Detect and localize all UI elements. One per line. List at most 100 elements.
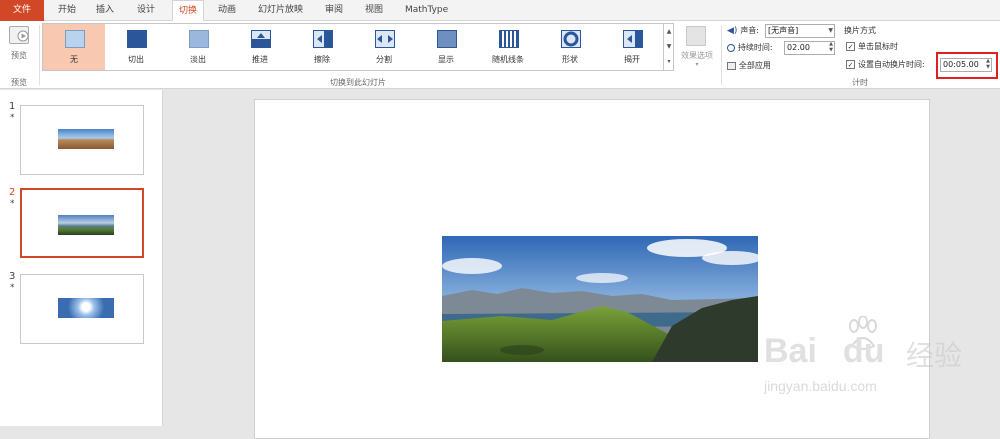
watermark-cn: 经验 xyxy=(906,339,963,372)
transition-label: 擦除 xyxy=(314,55,330,64)
chevron-down-icon: ▼ xyxy=(828,27,833,34)
slide-thumbnail-3[interactable] xyxy=(20,274,144,344)
transition-reveal-icon xyxy=(437,30,457,48)
after-time-input[interactable]: 00:05.00 ▲ ▼ xyxy=(940,58,992,72)
after-checkbox[interactable]: ✓ 设置自动换片时间: xyxy=(846,59,925,70)
transition-wipe-icon xyxy=(313,30,333,48)
tab-review[interactable]: 审阅 xyxy=(325,0,343,21)
transition-none[interactable]: 无 xyxy=(43,24,105,70)
effect-options-icon xyxy=(686,26,706,46)
transition-label: 淡出 xyxy=(190,55,206,64)
tab-home[interactable]: 开始 xyxy=(58,0,76,21)
ribbon-tab-bar: 文件 开始 插入 设计 切换 动画 幻灯片放映 审阅 视图 MathType xyxy=(0,0,1000,22)
transition-wipe[interactable]: 擦除 xyxy=(291,24,353,70)
slide-number: 2 xyxy=(9,187,16,198)
transition-star-icon: * xyxy=(10,283,15,293)
transition-label: 形状 xyxy=(562,55,578,64)
checkbox-checked-icon: ✓ xyxy=(846,42,855,51)
duration-input[interactable]: 02.00 ▲ ▼ xyxy=(784,41,835,55)
transition-split[interactable]: 分割 xyxy=(353,24,415,70)
ribbon: 预览 预览 无 切出 淡出 推进 擦除 分割 显示 随机线条 形状 揭开 ▲ ▼… xyxy=(0,21,1000,89)
transition-push[interactable]: 推进 xyxy=(229,24,291,70)
transition-star-icon: * xyxy=(10,113,15,123)
slide-number: 1 xyxy=(9,101,16,112)
transition-random-bars[interactable]: 随机线条 xyxy=(477,24,539,70)
transition-label: 显示 xyxy=(438,55,454,64)
tab-transitions[interactable]: 切换 xyxy=(172,0,205,22)
transition-label: 无 xyxy=(70,55,78,64)
after-label: 设置自动换片时间: xyxy=(858,60,925,69)
on-click-checkbox[interactable]: ✓ 单击鼠标时 xyxy=(846,41,898,52)
watermark-brand: Bai du xyxy=(764,332,885,370)
tab-design[interactable]: 设计 xyxy=(137,0,155,21)
transition-none-icon xyxy=(65,30,85,48)
on-click-label: 单击鼠标时 xyxy=(858,42,898,51)
desert-landscape-image xyxy=(58,129,114,149)
transition-uncover[interactable]: 揭开 xyxy=(601,24,663,70)
timing-group-label: 计时 xyxy=(852,78,868,87)
dropdown-arrow-icon: ▾ xyxy=(695,61,699,68)
transition-label: 分割 xyxy=(376,55,392,64)
sound-row: ◀) 声音: xyxy=(727,25,759,39)
gallery-scroll-up-icon[interactable]: ▲ xyxy=(663,24,674,39)
transition-label: 切出 xyxy=(128,55,144,64)
sound-label: 声音: xyxy=(740,26,760,35)
transition-split-icon xyxy=(375,30,395,48)
slide-thumbnail-1[interactable] xyxy=(20,105,144,175)
transition-push-icon xyxy=(251,30,271,48)
effect-options-button[interactable]: 效果选项 ▾ xyxy=(678,24,716,72)
duration-row: 持续时间: xyxy=(727,42,773,53)
effect-options-label: 效果选项 xyxy=(681,51,713,60)
transition-gallery: 无 切出 淡出 推进 擦除 分割 显示 随机线条 形状 揭开 ▲ ▼ ▾ xyxy=(42,23,674,71)
slide-thumbnail-pane: 1 * 2 * 3 * xyxy=(0,90,163,426)
tab-view[interactable]: 视图 xyxy=(365,0,383,21)
road-sky-image xyxy=(58,298,114,318)
speaker-icon: ◀) xyxy=(727,26,738,36)
mountain-landscape-image xyxy=(58,215,114,235)
transitions-group-label: 切换到此幻灯片 xyxy=(330,78,386,87)
after-time-value: 00:05.00 xyxy=(943,60,979,69)
preview-button[interactable]: 预览 xyxy=(4,24,34,68)
preview-icon xyxy=(9,26,29,44)
transition-shape[interactable]: 形状 xyxy=(539,24,601,70)
transition-fade-icon xyxy=(189,30,209,48)
transition-cut[interactable]: 切出 xyxy=(105,24,167,70)
slide-editor-area: Bai du 经验 jingyan.baidu.com xyxy=(164,90,1000,439)
spinner-icon[interactable]: ▲ ▼ xyxy=(829,41,833,53)
duration-value: 02.00 xyxy=(787,43,810,52)
duration-label: 持续时间: xyxy=(737,43,773,52)
preview-label: 预览 xyxy=(11,51,27,60)
separator xyxy=(721,25,722,85)
tab-mathtype[interactable]: MathType xyxy=(405,0,448,21)
transition-label: 随机线条 xyxy=(492,55,524,64)
apply-all-button[interactable]: 全部应用 xyxy=(727,60,771,71)
apply-all-icon xyxy=(727,61,736,70)
preview-group-label: 预览 xyxy=(11,78,27,87)
transition-label: 推进 xyxy=(252,55,268,64)
separator xyxy=(39,25,40,85)
tab-insert[interactable]: 插入 xyxy=(96,0,114,21)
gallery-more-icon[interactable]: ▾ xyxy=(663,54,674,70)
checkbox-checked-icon: ✓ xyxy=(846,60,855,69)
transition-shape-icon xyxy=(561,30,581,48)
apply-all-label: 全部应用 xyxy=(738,61,771,70)
advance-slide-title: 换片方式 xyxy=(844,26,876,35)
slide-thumbnail-2[interactable] xyxy=(20,188,144,258)
transition-uncover-icon xyxy=(623,30,643,48)
watermark-url: jingyan.baidu.com xyxy=(764,378,877,394)
gallery-scroll-down-icon[interactable]: ▼ xyxy=(663,39,674,54)
sound-select[interactable]: [无声音] ▼ xyxy=(765,24,835,38)
sound-value: [无声音] xyxy=(768,26,799,35)
baidu-watermark: Bai du 经验 jingyan.baidu.com xyxy=(764,315,994,416)
transition-reveal[interactable]: 显示 xyxy=(415,24,477,70)
transition-label: 揭开 xyxy=(624,55,640,64)
tab-file[interactable]: 文件 xyxy=(0,0,44,21)
mountain-landscape-image[interactable] xyxy=(442,236,758,362)
tab-animations[interactable]: 动画 xyxy=(218,0,236,21)
slide-number: 3 xyxy=(9,271,16,282)
transition-star-icon: * xyxy=(10,199,15,209)
transition-fade[interactable]: 淡出 xyxy=(167,24,229,70)
tab-slideshow[interactable]: 幻灯片放映 xyxy=(258,0,303,21)
spinner-icon[interactable]: ▲ ▼ xyxy=(986,58,990,70)
transition-cut-icon xyxy=(127,30,147,48)
